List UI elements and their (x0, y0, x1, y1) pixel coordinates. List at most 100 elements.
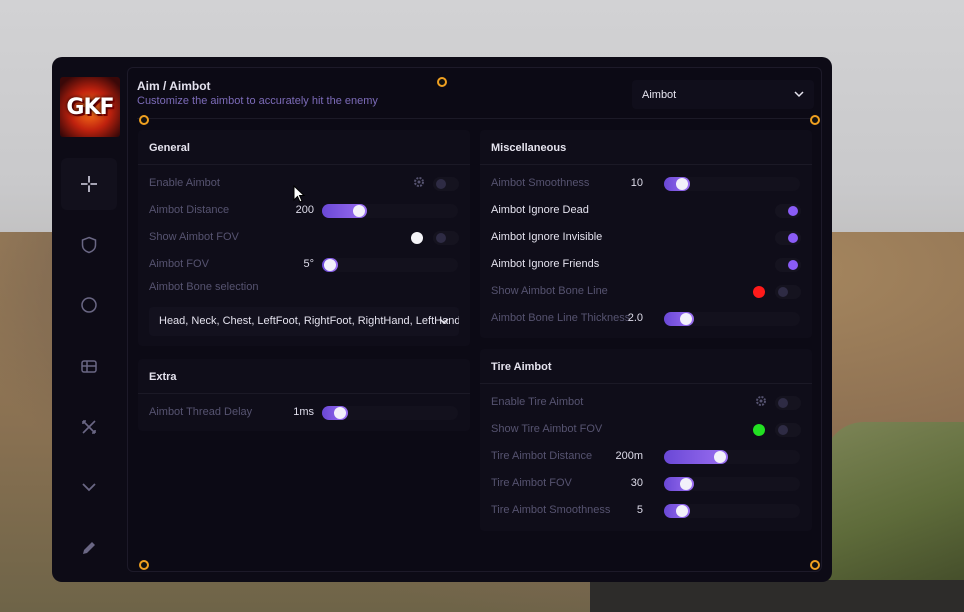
shield-icon (81, 236, 97, 254)
panel-divider (138, 393, 470, 394)
aimbot-distance-row: Aimbot Distance 200 (149, 201, 459, 221)
smoothness-value: 10 (630, 177, 643, 189)
pencil-icon (83, 542, 95, 554)
tire-smoothness-label: Tire Aimbot Smoothness (491, 504, 611, 516)
aimbot-fov-row: Aimbot FOV 5° (149, 255, 459, 275)
ignore-friends-toggle[interactable] (775, 258, 801, 272)
tire-distance-row: Tire Aimbot Distance 200m (491, 447, 801, 467)
enable-aimbot-toggle[interactable] (433, 177, 459, 191)
panel-divider (480, 383, 812, 384)
misc-title: Miscellaneous (491, 142, 567, 154)
gift-icon (81, 360, 97, 373)
general-title: General (149, 142, 190, 154)
bone-selection-value: Head, Neck, Chest, LeftFoot, RightFoot, … (159, 315, 459, 327)
category-dropdown[interactable]: Aimbot (632, 80, 814, 109)
bone-line-thickness-row: Aimbot Bone Line Thickness 2.0 (491, 309, 801, 329)
sidebar-item-misc[interactable] (61, 340, 117, 392)
resize-handle-top-left[interactable] (139, 115, 149, 125)
page-subtitle: Customize the aimbot to accurately hit t… (137, 95, 378, 107)
tire-distance-value: 200m (615, 450, 643, 462)
sidebar-item-aimbot[interactable] (61, 158, 117, 210)
ignore-invisible-label: Aimbot Ignore Invisible (491, 231, 603, 243)
background-ground (590, 580, 964, 612)
show-bone-line-toggle[interactable] (775, 285, 801, 299)
tire-fov-slider[interactable] (664, 477, 800, 491)
bone-line-thickness-value: 2.0 (627, 312, 643, 324)
aimbot-fov-label: Aimbot FOV (149, 258, 209, 270)
tire-fov-row: Tire Aimbot FOV 30 (491, 474, 801, 494)
chevron-down-icon (82, 483, 96, 492)
tire-fov-value: 30 (630, 477, 643, 489)
extra-panel: Extra Aimbot Thread Delay 1ms (138, 359, 470, 431)
tire-show-fov-label: Show Tire Aimbot FOV (491, 423, 603, 435)
sidebar-item-protection[interactable] (61, 219, 117, 271)
fov-color-swatch[interactable] (411, 232, 423, 244)
enable-tire-toggle[interactable] (775, 396, 801, 410)
sidebar: GKF (52, 57, 127, 582)
smoothness-row: Aimbot Smoothness 10 (491, 174, 801, 194)
ignore-dead-toggle[interactable] (775, 204, 801, 218)
bone-line-thickness-label: Aimbot Bone Line Thickness (491, 312, 631, 324)
gear-icon[interactable] (413, 176, 425, 188)
show-bone-line-row: Show Aimbot Bone Line (491, 282, 801, 302)
mouse-cursor-icon (293, 185, 305, 203)
show-fov-toggle[interactable] (433, 231, 459, 245)
sidebar-item-more[interactable] (61, 461, 117, 513)
thread-delay-row: Aimbot Thread Delay 1ms (149, 403, 459, 423)
enable-aimbot-label: Enable Aimbot (149, 177, 220, 189)
sidebar-item-tools[interactable] (61, 401, 117, 453)
main-content: Aim / Aimbot Customize the aimbot to acc… (127, 67, 822, 572)
ignore-invisible-row: Aimbot Ignore Invisible (491, 228, 801, 248)
aimbot-fov-slider[interactable] (322, 258, 458, 272)
chevron-down-icon (794, 91, 804, 98)
tire-smoothness-row: Tire Aimbot Smoothness 5 (491, 501, 801, 521)
tire-fov-label: Tire Aimbot FOV (491, 477, 572, 489)
ignore-friends-label: Aimbot Ignore Friends (491, 258, 600, 270)
aimbot-distance-value: 200 (295, 204, 314, 216)
thread-delay-slider[interactable] (322, 406, 458, 420)
panel-divider (138, 164, 470, 165)
tire-show-fov-toggle[interactable] (775, 423, 801, 437)
ignore-dead-label: Aimbot Ignore Dead (491, 204, 589, 216)
tools-icon (82, 420, 96, 434)
enable-tire-label: Enable Tire Aimbot (491, 396, 584, 408)
tire-title: Tire Aimbot (491, 361, 552, 373)
enable-tire-row: Enable Tire Aimbot (491, 393, 801, 413)
bone-line-thickness-slider[interactable] (664, 312, 800, 326)
logo: GKF (60, 77, 120, 137)
ignore-dead-row: Aimbot Ignore Dead (491, 201, 801, 221)
sidebar-item-player[interactable] (61, 279, 117, 331)
tire-distance-label: Tire Aimbot Distance (491, 450, 593, 462)
smoothness-slider[interactable] (664, 177, 800, 191)
bone-selection-row: Aimbot Bone selection (149, 278, 459, 298)
tire-distance-slider[interactable] (664, 450, 800, 464)
aimbot-fov-value: 5° (303, 258, 314, 270)
gear-icon[interactable] (755, 395, 767, 407)
resize-handle-top[interactable] (437, 77, 447, 87)
resize-handle-top-right[interactable] (810, 115, 820, 125)
general-panel: General Enable Aimbot Aimbot Distance 20… (138, 130, 470, 346)
resize-handle-bottom-left[interactable] (139, 560, 149, 570)
bone-selection-label: Aimbot Bone selection (149, 281, 259, 293)
category-dropdown-value: Aimbot (642, 88, 677, 101)
tire-panel: Tire Aimbot Enable Tire Aimbot Show Tire… (480, 349, 812, 531)
bone-line-color-swatch[interactable] (753, 286, 765, 298)
circle-icon (81, 297, 97, 313)
tire-fov-visible-row: Show Tire Aimbot FOV (491, 420, 801, 440)
smoothness-label: Aimbot Smoothness (491, 177, 590, 189)
tire-fov-color-swatch[interactable] (753, 424, 765, 436)
misc-panel: Miscellaneous Aimbot Smoothness 10 Aimbo… (480, 130, 812, 338)
thread-delay-label: Aimbot Thread Delay (149, 406, 253, 418)
ignore-invisible-toggle[interactable] (775, 231, 801, 245)
show-fov-label: Show Aimbot FOV (149, 231, 239, 243)
ignore-friends-row: Aimbot Ignore Friends (491, 255, 801, 275)
aimbot-distance-label: Aimbot Distance (149, 204, 230, 216)
chevron-down-icon (439, 318, 449, 325)
page-title: Aim / Aimbot (137, 79, 211, 93)
sidebar-item-edit[interactable] (61, 522, 117, 574)
resize-handle-bottom-right[interactable] (810, 560, 820, 570)
tire-smoothness-slider[interactable] (664, 504, 800, 518)
aimbot-distance-slider[interactable] (322, 204, 458, 218)
bone-selection-dropdown[interactable]: Head, Neck, Chest, LeftFoot, RightFoot, … (149, 307, 459, 336)
menu-window: GKF Aim / Aimbot Customize the aimbot to… (52, 57, 832, 582)
